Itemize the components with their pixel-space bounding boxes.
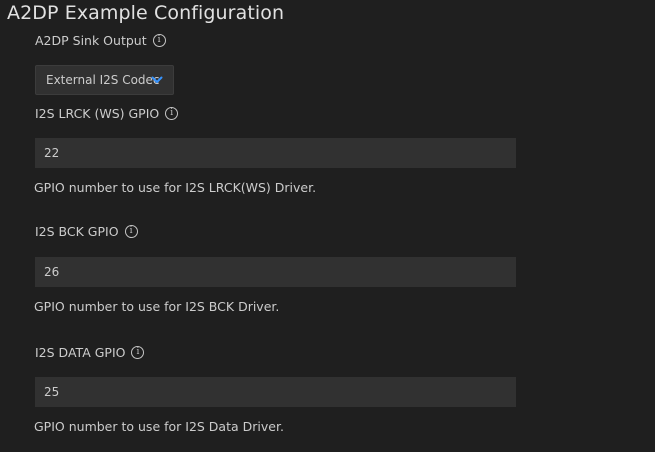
sink-output-label-row: A2DP Sink Output i bbox=[35, 30, 166, 50]
info-icon[interactable]: i bbox=[124, 224, 138, 238]
data-gpio-value: 25 bbox=[44, 385, 60, 399]
sink-output-label: A2DP Sink Output bbox=[35, 32, 147, 48]
sink-output-select[interactable]: External I2S Codec bbox=[35, 65, 174, 95]
data-gpio-input[interactable]: 25 bbox=[35, 377, 516, 407]
page-title: A2DP Example Configuration bbox=[7, 2, 285, 24]
lrck-label: I2S LRCK (WS) GPIO bbox=[35, 105, 160, 121]
info-icon[interactable]: i bbox=[152, 33, 166, 47]
bck-label-row: I2S BCK GPIO i bbox=[35, 221, 138, 241]
lrck-label-row: I2S LRCK (WS) GPIO i bbox=[35, 103, 179, 123]
data-label-row: I2S DATA GPIO i bbox=[35, 342, 145, 362]
lrck-description: GPIO number to use for I2S LRCK(WS) Driv… bbox=[34, 180, 317, 195]
data-description: GPIO number to use for I2S Data Driver. bbox=[34, 419, 284, 434]
info-icon[interactable]: i bbox=[131, 345, 145, 359]
chevron-down-icon bbox=[151, 76, 163, 83]
config-page: A2DP Example Configuration A2DP Sink Out… bbox=[0, 0, 655, 452]
sink-output-selected-value: External I2S Codec bbox=[46, 73, 160, 87]
lrck-gpio-value: 22 bbox=[44, 146, 60, 160]
data-label: I2S DATA GPIO bbox=[35, 344, 126, 360]
bck-label: I2S BCK GPIO bbox=[35, 223, 119, 239]
bck-gpio-value: 26 bbox=[44, 265, 60, 279]
bck-gpio-input[interactable]: 26 bbox=[35, 257, 516, 287]
lrck-gpio-input[interactable]: 22 bbox=[35, 138, 516, 168]
bck-description: GPIO number to use for I2S BCK Driver. bbox=[34, 299, 280, 314]
info-icon[interactable]: i bbox=[165, 106, 179, 120]
